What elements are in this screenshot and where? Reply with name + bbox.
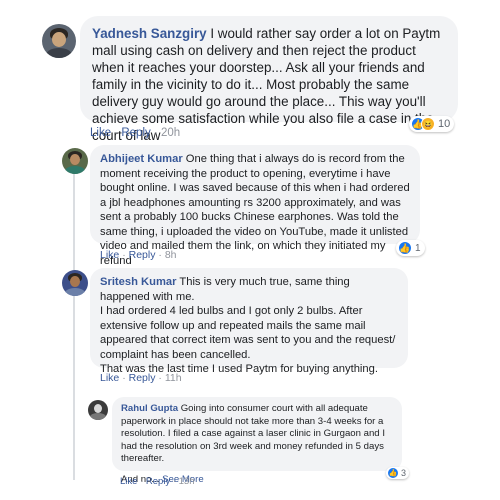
timestamp[interactable]: 13h (179, 476, 195, 487)
avatar[interactable] (88, 400, 108, 420)
reaction-summary[interactable]: 👍 3 (386, 467, 410, 479)
author-name[interactable]: Rahul Gupta (121, 403, 178, 414)
reaction-count: 3 (401, 468, 407, 478)
like-link[interactable]: Like (120, 476, 137, 487)
comment-rahul: Rahul Gupta Going into consumer court wi… (0, 0, 500, 500)
like-reaction-icon: 👍 (387, 467, 399, 479)
comment-actions: Like · Reply · 13h (120, 476, 195, 487)
reply-link[interactable]: Reply (146, 476, 170, 487)
comment-bubble: Rahul Gupta Going into consumer court wi… (112, 397, 402, 485)
